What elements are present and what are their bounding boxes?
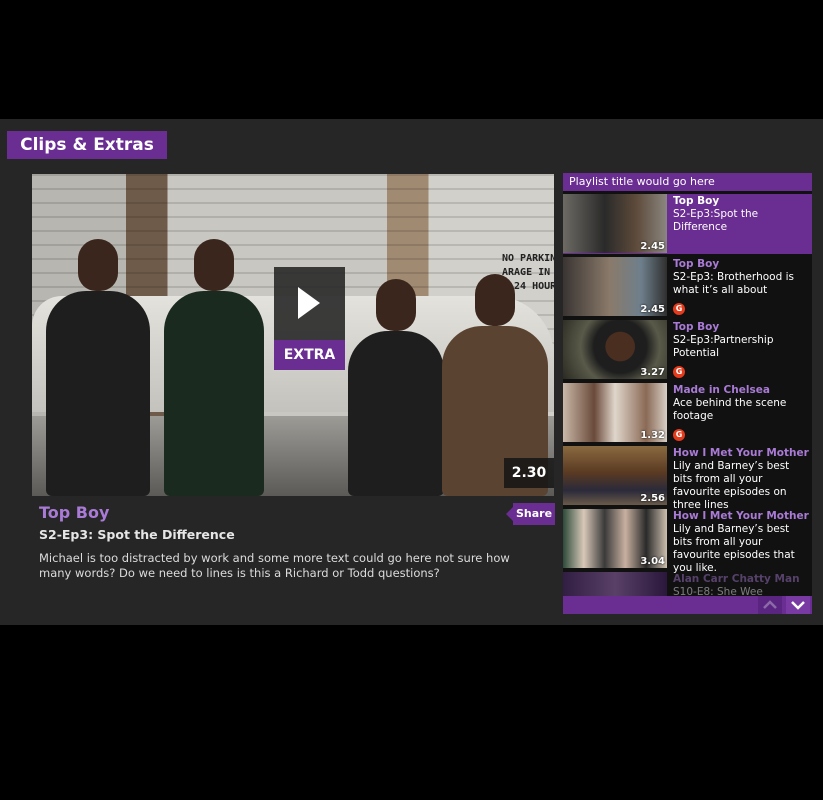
- playlist-item[interactable]: 2.45 Top Boy S2-Ep3: Brotherhood is what…: [563, 257, 812, 317]
- episode-description: Michael is too distracted by work and so…: [39, 551, 510, 580]
- show-title[interactable]: Top Boy: [39, 503, 109, 522]
- playlist-item-episode: Lily and Barney’s best bits from all you…: [673, 460, 790, 511]
- playlist-item-show: Top Boy: [673, 321, 720, 333]
- playlist-item-show: Made in Chelsea: [673, 384, 770, 396]
- playlist-item-show: Top Boy: [673, 195, 720, 207]
- thumbnail: 3.27: [563, 320, 667, 379]
- playlist-item-show: How I Met Your Mother: [673, 510, 809, 522]
- thumbnail: 2.56: [563, 446, 667, 505]
- playlist-item-episode: S2-Ep3:Partnership Potential: [673, 334, 774, 359]
- guidance-badge: G: [673, 303, 685, 315]
- thumbnail: 2.45: [563, 194, 667, 253]
- playlist-item-show: How I Met Your Mother: [673, 447, 809, 459]
- playlist-item[interactable]: 3.27 Top Boy S2-Ep3:Partnership Potentia…: [563, 320, 812, 380]
- play-icon: [298, 287, 320, 319]
- thumbnail-duration: 2.45: [640, 304, 665, 315]
- playlist-item[interactable]: 2.45 Top Boy S2-Ep3:Spot the Difference: [563, 194, 812, 254]
- playlist-item[interactable]: 1.32 Made in Chelsea Ace behind the scen…: [563, 383, 812, 443]
- video-duration: 2.30: [504, 458, 554, 488]
- playlist-title: Playlist title would go here: [563, 173, 812, 191]
- guidance-badge: G: [673, 429, 685, 441]
- play-button[interactable]: [274, 267, 345, 340]
- person-figure: [46, 239, 150, 496]
- playlist-item-show: Alan Carr Chatty Man: [673, 573, 800, 585]
- playlist-item-episode: S2-Ep3: Brotherhood is what it’s all abo…: [673, 271, 794, 296]
- thumbnail: 1.32: [563, 383, 667, 442]
- thumbnail-duration: 1.32: [640, 430, 665, 441]
- chevron-down-icon: [791, 601, 805, 610]
- playlist-item-episode: Lily and Barney’s best bits from all you…: [673, 523, 795, 574]
- section-title: Clips & Extras: [7, 131, 167, 159]
- thumbnail-duration: 2.56: [640, 493, 665, 504]
- playlist: Playlist title would go here 2.45 Top Bo…: [563, 173, 812, 614]
- person-figure: [164, 239, 264, 496]
- guidance-badge: G: [673, 366, 685, 378]
- scroll-up-button[interactable]: [758, 596, 782, 614]
- thumbnail: 2.45: [563, 257, 667, 316]
- share-button[interactable]: Share: [506, 503, 555, 525]
- thumbnail-duration: 3.27: [640, 367, 665, 378]
- extra-badge: EXTRA: [274, 340, 345, 370]
- playlist-item-show: Top Boy: [673, 258, 720, 270]
- playlist-item-episode: Ace behind the scene footage: [673, 397, 787, 422]
- thumbnail-duration: 2.45: [640, 241, 665, 252]
- thumbnail: 3.04: [563, 509, 667, 568]
- thumbnail-duration: 3.04: [640, 556, 665, 567]
- chevron-up-icon: [763, 600, 777, 609]
- person-figure: [348, 279, 444, 496]
- playlist-item[interactable]: 3.04 How I Met Your Mother Lily and Barn…: [563, 509, 812, 574]
- episode-title: S2-Ep3: Spot the Difference: [39, 527, 235, 542]
- playlist-item[interactable]: 2.56 How I Met Your Mother Lily and Barn…: [563, 446, 812, 511]
- clips-panel: Clips & Extras NO PARKING ARAGE IN U 24 …: [0, 119, 823, 625]
- playlist-items: 2.45 Top Boy S2-Ep3:Spot the Difference …: [563, 194, 812, 614]
- scroll-down-button[interactable]: [786, 596, 810, 614]
- playlist-item-episode: S2-Ep3:Spot the Difference: [673, 208, 759, 233]
- playlist-footer: [563, 596, 812, 614]
- main-video[interactable]: NO PARKING ARAGE IN U 24 HOURS EXTRA 2.3…: [32, 174, 554, 496]
